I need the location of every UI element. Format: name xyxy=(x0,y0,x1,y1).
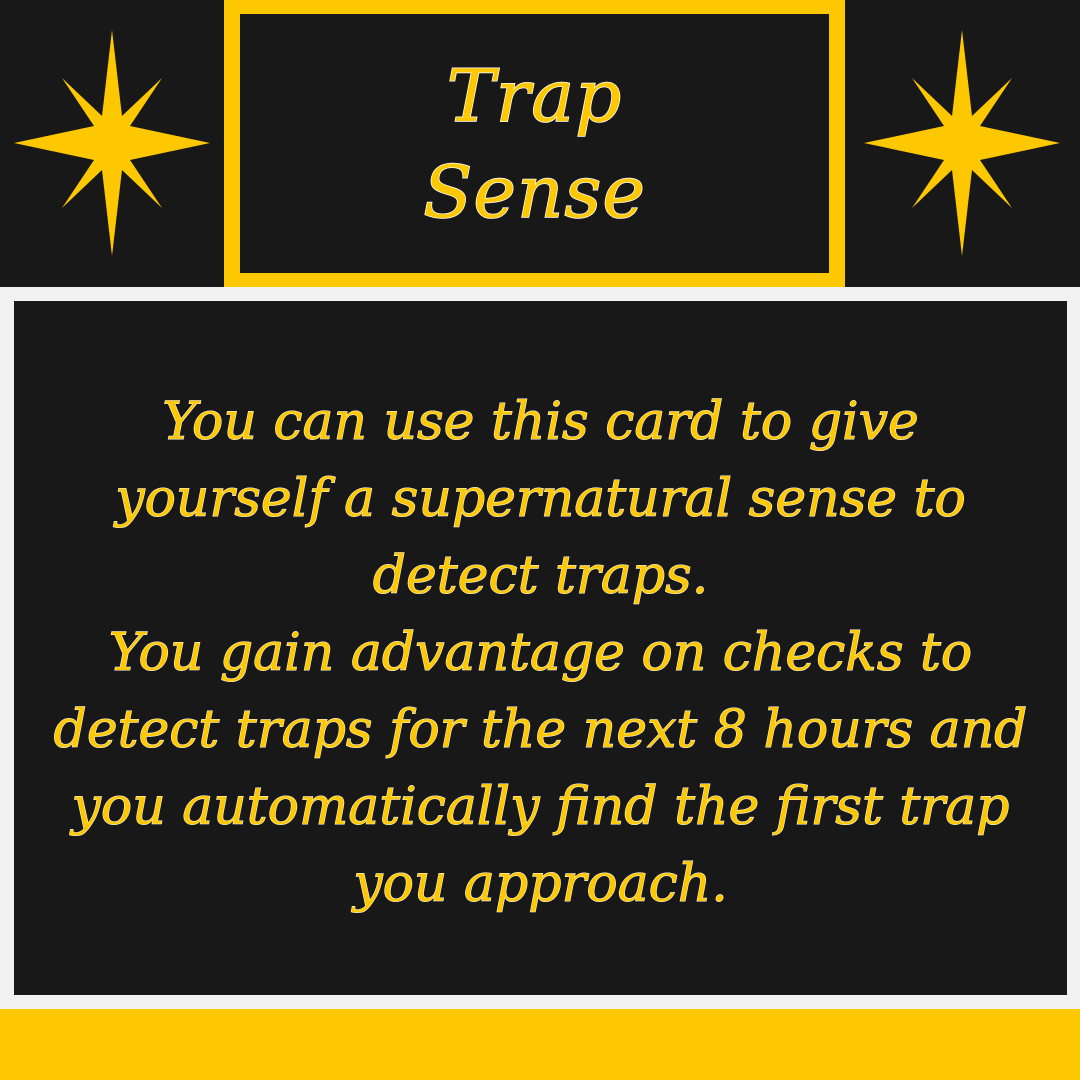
title-panel: Trap Sense xyxy=(240,14,829,273)
title-frame: Trap Sense xyxy=(224,0,845,287)
card-title-line-2: Sense xyxy=(422,149,646,235)
bottom-accent-band xyxy=(0,1009,1080,1080)
card-description: You can use this card to give yourself a… xyxy=(48,384,1033,923)
star-shape xyxy=(864,30,1060,256)
description-panel: You can use this card to give yourself a… xyxy=(14,301,1067,995)
description-paragraph-1: You can use this card to give yourself a… xyxy=(115,391,967,606)
description-paragraph-2: You gain advantage on checks to detect t… xyxy=(53,622,1028,914)
eight-point-star-icon xyxy=(14,30,210,256)
eight-point-star-icon xyxy=(864,30,1060,256)
star-shape xyxy=(14,30,210,256)
card-title-line-1: Trap xyxy=(446,53,623,139)
